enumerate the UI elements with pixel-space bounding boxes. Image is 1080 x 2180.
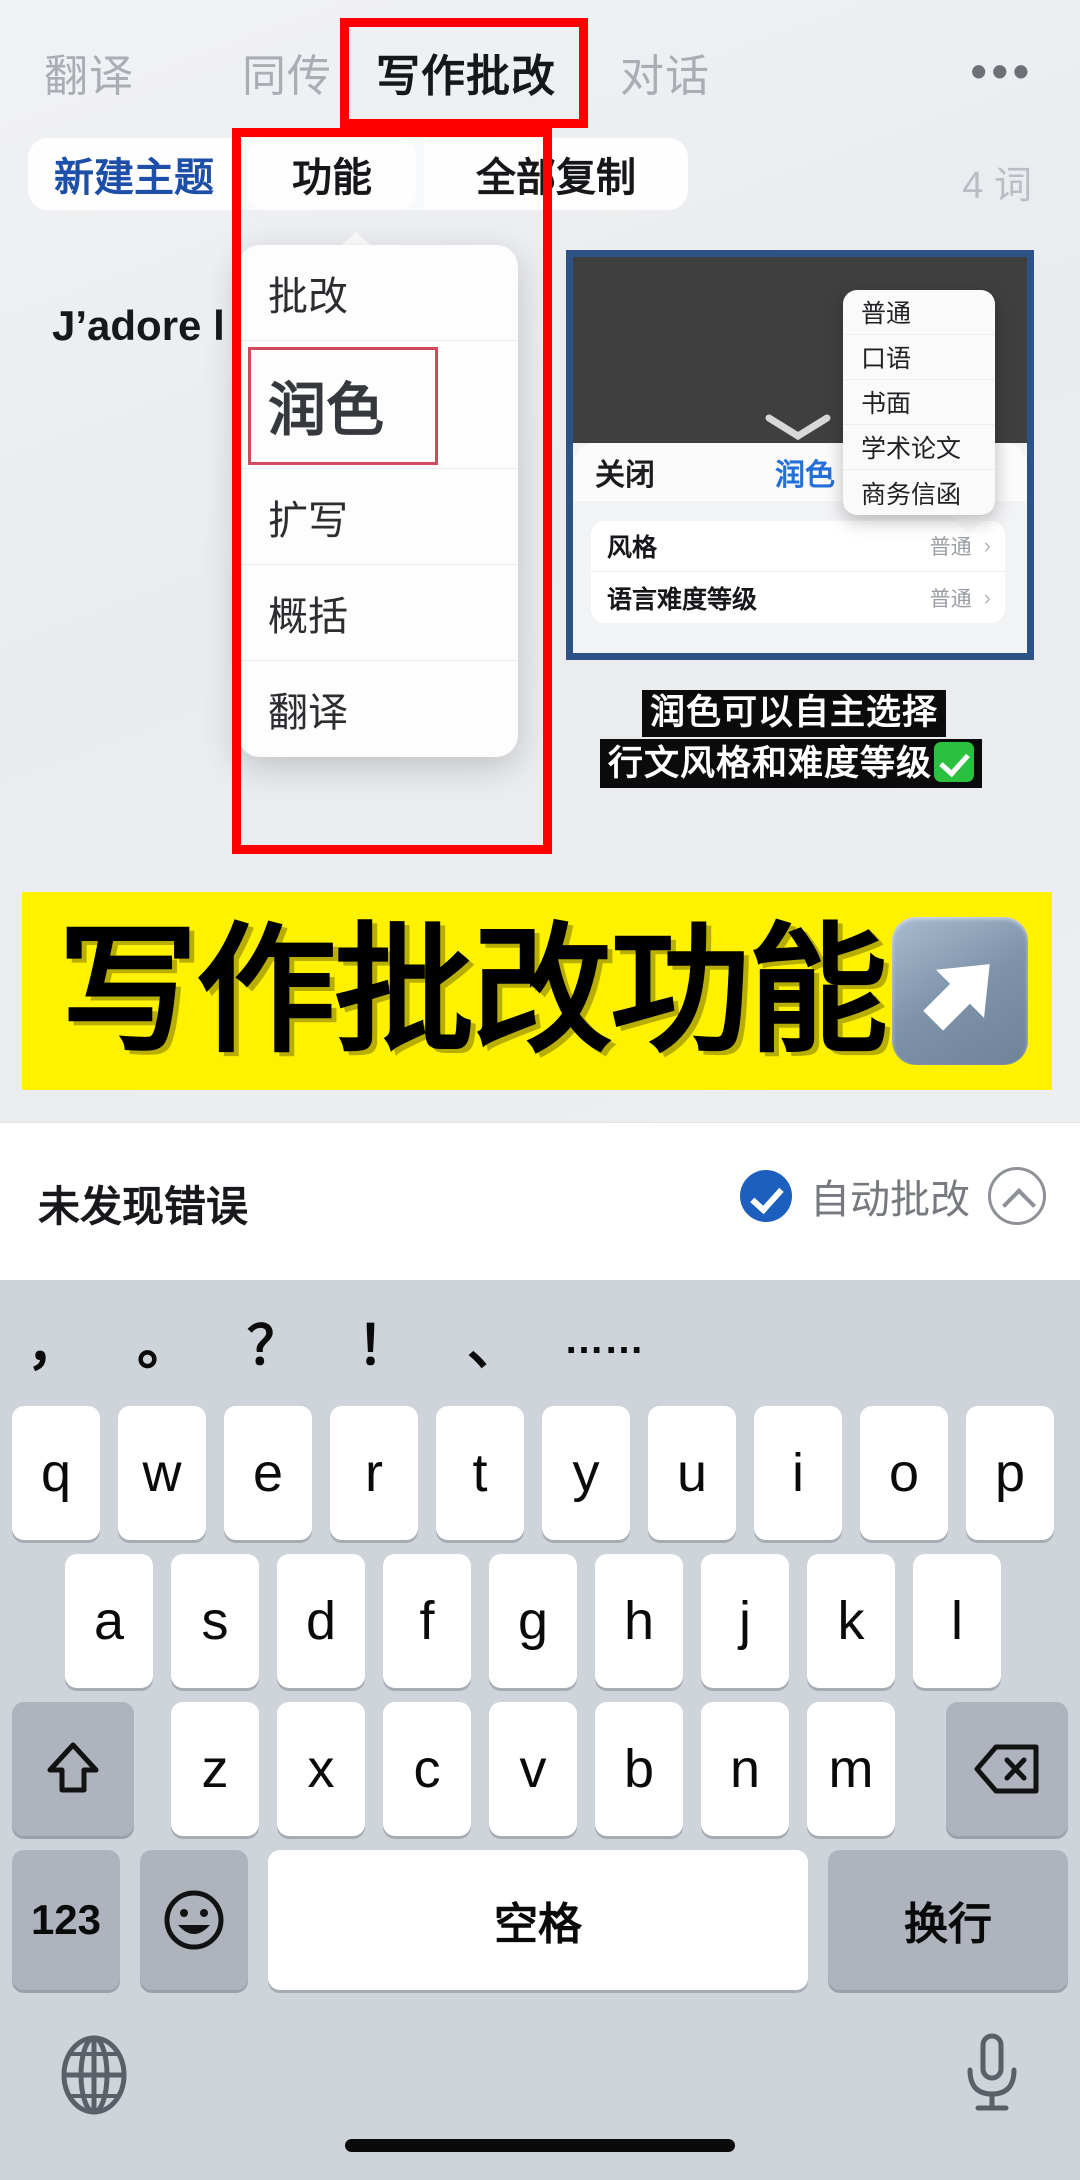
chevron-right-icon: ›	[983, 533, 991, 558]
style-options-popup: 普通 口语 书面 学术论文 商务信函	[843, 290, 995, 515]
green-check-icon	[934, 742, 975, 783]
keyboard-bottom-bar	[0, 2020, 1080, 2180]
key-j[interactable]: j	[701, 1554, 789, 1688]
punct-enumeration[interactable]: 、	[440, 1280, 548, 1400]
key-a[interactable]: a	[65, 1554, 153, 1688]
screen-root: 翻译 同传 写作批改 对话 ••• 新建主题 功能 全部复制 4 词 J’ado…	[0, 0, 1080, 2180]
caption-line-2-text: 行文风格和难度等级	[608, 744, 933, 784]
check-circle-icon[interactable]	[740, 1170, 792, 1222]
banner-title-text: 写作批改功能	[58, 909, 888, 1073]
caption-line-1: 润色可以自主选择	[642, 690, 947, 738]
punct-comma[interactable]: ，	[0, 1280, 108, 1400]
more-options-icon[interactable]: •••	[971, 44, 1034, 98]
key-l[interactable]: l	[913, 1554, 1001, 1688]
tab-conversation[interactable]: 对话	[620, 40, 710, 104]
auto-correct-label[interactable]: 自动批改	[810, 1167, 970, 1225]
key-b[interactable]: b	[595, 1702, 683, 1836]
key-s[interactable]: s	[171, 1554, 259, 1688]
key-q[interactable]: q	[12, 1406, 100, 1540]
key-o[interactable]: o	[860, 1406, 948, 1540]
punct-period[interactable]: 。	[110, 1280, 218, 1400]
globe-icon[interactable]	[56, 2034, 132, 2121]
key-r[interactable]: r	[330, 1406, 418, 1540]
inset-settings-list: 风格 普通 › 语言难度等级 普通 ›	[591, 521, 1005, 623]
inset-caption: 润色可以自主选择 行文风格和难度等级	[600, 690, 1040, 789]
style-option-academic[interactable]: 学术论文	[843, 425, 995, 470]
key-x[interactable]: x	[277, 1702, 365, 1836]
status-message: 未发现错误	[38, 1183, 249, 1230]
editor-text-content[interactable]: J’adore l	[52, 302, 225, 350]
key-k[interactable]: k	[807, 1554, 895, 1688]
home-indicator[interactable]	[345, 2139, 735, 2152]
inset-row-difficulty-value: 普通	[929, 587, 972, 611]
return-key[interactable]: 换行	[828, 1850, 1068, 1990]
punct-exclam[interactable]: ！	[330, 1280, 438, 1400]
inset-row-difficulty-label: 语言难度等级	[607, 585, 758, 614]
key-d[interactable]: d	[277, 1554, 365, 1688]
inset-screenshot: 关闭 润色 风格 普通 › 语言难度等级 普通 › 普通 口语 书面 学术论文 …	[566, 250, 1034, 660]
microphone-icon[interactable]	[960, 2032, 1024, 2121]
app-screenshot-region: 翻译 同传 写作批改 对话 ••• 新建主题 功能 全部复制 4 词 J’ado…	[0, 0, 1080, 1122]
punctuation-row: ， 。 ？ ！ 、 ……	[0, 1280, 1080, 1400]
annotation-box-tab	[340, 18, 588, 128]
keyboard-row-1: q w e r t y u i o p	[0, 1400, 1080, 1548]
chevron-up-icon[interactable]	[988, 1167, 1046, 1225]
numbers-key[interactable]: 123	[12, 1850, 120, 1990]
key-m[interactable]: m	[807, 1702, 895, 1836]
style-option-normal[interactable]: 普通	[843, 290, 995, 335]
correction-status-bar: 未发现错误 自动批改	[0, 1122, 1080, 1280]
emoji-smiley-icon[interactable]	[140, 1850, 248, 1990]
key-h[interactable]: h	[595, 1554, 683, 1688]
inset-collapse-chevron-icon	[765, 414, 831, 441]
style-popup-caret	[951, 516, 987, 534]
key-v[interactable]: v	[489, 1702, 577, 1836]
yellow-title-banner: 写作批改功能	[22, 892, 1052, 1090]
inset-row-style-label: 风格	[607, 534, 658, 562]
key-z[interactable]: z	[171, 1702, 259, 1836]
style-option-spoken[interactable]: 口语	[843, 335, 995, 380]
key-u[interactable]: u	[648, 1406, 736, 1540]
style-option-business[interactable]: 商务信函	[843, 470, 995, 515]
key-f[interactable]: f	[383, 1554, 471, 1688]
key-n[interactable]: n	[701, 1702, 789, 1836]
arrow-up-right-icon	[892, 917, 1029, 1065]
word-count-label: 4 词	[962, 165, 1032, 207]
keyboard-row-2: a s d f g h j k l	[0, 1548, 1080, 1696]
space-key[interactable]: 空格	[268, 1850, 808, 1990]
tab-simultaneous[interactable]: 同传	[242, 40, 332, 104]
punct-ellipsis[interactable]: ……	[550, 1280, 658, 1400]
keyboard-row-3: z x c v b n m	[0, 1696, 1080, 1844]
new-topic-button[interactable]: 新建主题	[28, 138, 240, 210]
caption-line-2: 行文风格和难度等级	[600, 739, 983, 789]
style-option-written[interactable]: 书面	[843, 380, 995, 425]
inset-sheet-title: 润色	[775, 459, 835, 492]
key-g[interactable]: g	[489, 1554, 577, 1688]
backspace-icon[interactable]	[946, 1702, 1068, 1836]
key-p[interactable]: p	[966, 1406, 1054, 1540]
chevron-right-icon: ›	[983, 584, 991, 610]
key-i[interactable]: i	[754, 1406, 842, 1540]
key-w[interactable]: w	[118, 1406, 206, 1540]
punct-question[interactable]: ？	[220, 1280, 328, 1400]
inset-row-difficulty[interactable]: 语言难度等级 普通 ›	[591, 572, 1005, 623]
key-y[interactable]: y	[542, 1406, 630, 1540]
status-actions: 自动批改	[740, 1167, 1046, 1225]
virtual-keyboard: ， 。 ？ ！ 、 …… q w e r t y u i o p a s d f…	[0, 1280, 1080, 2180]
annotation-box-menu	[232, 128, 552, 854]
keyboard-row-4: 123 空格 换行	[0, 1844, 1080, 2004]
key-e[interactable]: e	[224, 1406, 312, 1540]
inset-close-button[interactable]: 关闭	[595, 450, 655, 494]
inset-row-style[interactable]: 风格 普通 ›	[591, 521, 1005, 572]
key-t[interactable]: t	[436, 1406, 524, 1540]
tab-translate[interactable]: 翻译	[44, 40, 134, 104]
inset-row-style-value: 普通	[929, 536, 972, 559]
shift-up-icon[interactable]	[12, 1702, 134, 1836]
key-c[interactable]: c	[383, 1702, 471, 1836]
